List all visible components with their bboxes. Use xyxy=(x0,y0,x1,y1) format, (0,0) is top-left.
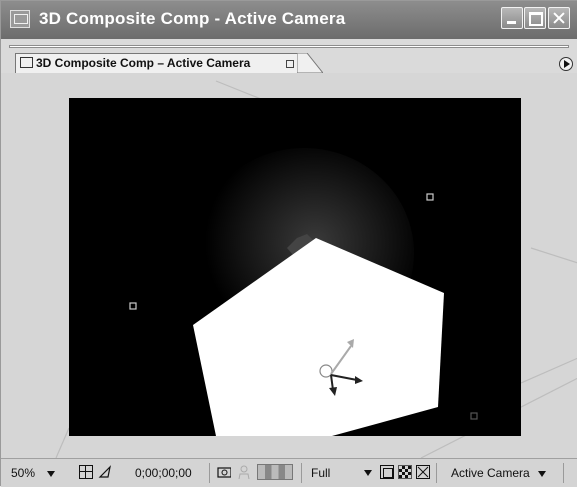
tab-edge xyxy=(297,53,323,73)
viewer-canvas xyxy=(69,98,521,436)
tab-strip: 3D Composite Comp – Active Camera xyxy=(1,39,577,73)
composition-icon xyxy=(10,10,30,28)
divider xyxy=(301,463,302,483)
divider xyxy=(563,463,564,483)
tab-composition[interactable]: 3D Composite Comp – Active Camera xyxy=(15,53,298,73)
person-icon[interactable] xyxy=(237,465,251,479)
composition-viewer[interactable] xyxy=(69,98,521,436)
window-title: 3D Composite Comp - Active Camera xyxy=(39,9,346,28)
color-channel-icon[interactable] xyxy=(257,464,293,480)
composition-window: 3D Composite Comp - Active Camera 3D Com… xyxy=(0,0,577,487)
close-button[interactable] xyxy=(548,7,570,29)
title-action-safe-icon[interactable] xyxy=(79,465,93,479)
resolution-dropdown[interactable]: Full xyxy=(311,464,379,482)
composition-icon xyxy=(20,57,33,68)
panel-menu-arrow-icon[interactable] xyxy=(559,57,573,71)
current-time[interactable]: 0;00;00;00 xyxy=(135,464,192,482)
tab-label: 3D Composite Comp – Active Camera xyxy=(36,56,251,70)
tab-close-icon[interactable] xyxy=(286,60,294,68)
chevron-down-icon xyxy=(47,470,56,477)
minimize-button[interactable] xyxy=(501,7,523,29)
chevron-down-icon xyxy=(364,470,372,476)
tab-divider xyxy=(9,45,569,48)
maximize-button[interactable] xyxy=(524,7,546,29)
viewer-status-bar: 50% 0;00;00;00 Full Active Camera xyxy=(1,458,577,487)
resolution-value: Full xyxy=(311,466,331,480)
divider xyxy=(209,463,210,483)
pixel-aspect-glyph xyxy=(417,466,429,478)
region-of-interest-icon[interactable] xyxy=(380,465,394,479)
pixel-aspect-icon[interactable] xyxy=(416,465,430,479)
zoom-dropdown[interactable]: 50% xyxy=(11,464,56,482)
chevron-down-icon xyxy=(537,470,546,477)
divider xyxy=(436,463,437,483)
camera-snapshot-icon[interactable] xyxy=(217,465,231,479)
view-dropdown[interactable]: Active Camera xyxy=(451,464,546,482)
title-bar[interactable]: 3D Composite Comp - Active Camera xyxy=(1,1,577,39)
mask-shape-icon[interactable] xyxy=(98,465,112,479)
checkerboard-icon[interactable] xyxy=(398,465,412,479)
zoom-value: 50% xyxy=(11,466,36,480)
view-value: Active Camera xyxy=(451,466,530,480)
